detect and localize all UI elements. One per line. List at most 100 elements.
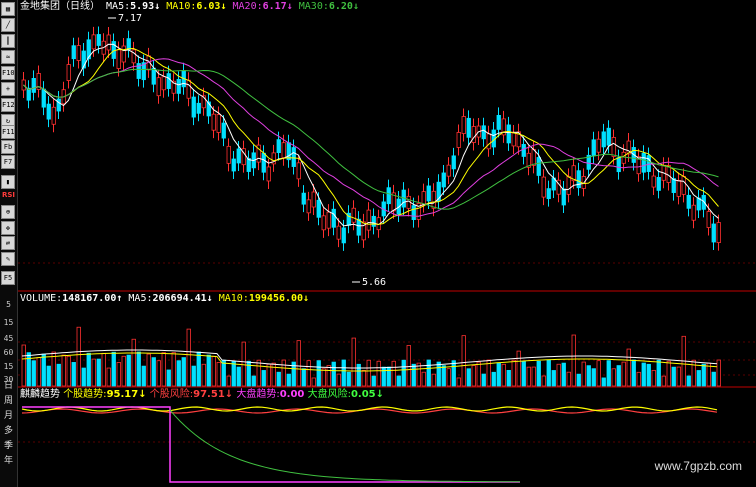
candle-body <box>51 106 56 125</box>
candle-body <box>176 78 181 94</box>
candle-body <box>331 208 336 228</box>
candle-body <box>71 45 76 60</box>
volume-bar <box>446 368 451 387</box>
ma5-line <box>23 43 719 227</box>
volume-bar <box>161 352 166 387</box>
candle-body <box>311 191 316 208</box>
volume-bar <box>156 360 161 387</box>
volume-bar <box>636 371 641 387</box>
volume-bar <box>46 365 51 387</box>
volume-bar <box>106 367 111 387</box>
volume-bar <box>511 359 516 387</box>
candle-body <box>221 122 226 139</box>
candle-body <box>616 157 621 173</box>
volume-bar <box>676 366 681 387</box>
volume-bar <box>206 354 211 387</box>
volume-bar <box>591 368 596 387</box>
volume-bar <box>196 351 201 387</box>
volume-bar <box>521 360 526 387</box>
high-price-label: 7.17 <box>118 13 142 24</box>
volume-bar <box>376 360 381 387</box>
candle-body <box>46 103 51 120</box>
volume-bar <box>336 373 341 387</box>
volume-bar <box>631 359 636 387</box>
candle-body <box>321 215 326 231</box>
candle-body <box>521 144 526 157</box>
candle-body <box>606 127 611 146</box>
volume-bar <box>101 352 106 387</box>
volume-bar <box>361 370 366 387</box>
candle-body <box>656 176 661 191</box>
volume-bar <box>371 375 376 387</box>
volume-bar <box>151 357 156 387</box>
watermark: www.7gpzb.com <box>654 459 742 473</box>
volume-bar <box>516 350 521 387</box>
volume-bar <box>296 340 301 387</box>
volume-bar <box>381 366 386 387</box>
candle-body <box>211 113 216 131</box>
volume-bar <box>281 359 286 387</box>
volume-bar <box>561 362 566 387</box>
volume-bar <box>221 359 226 387</box>
candle-body <box>451 155 456 170</box>
volume-bar <box>616 365 621 387</box>
volume-bar <box>431 373 436 387</box>
volume-bar <box>176 360 181 387</box>
volume-bar <box>476 361 481 387</box>
volume-bar <box>426 359 431 387</box>
candle-body <box>316 199 321 218</box>
volume-bar <box>241 341 246 387</box>
volume-bar <box>436 361 441 387</box>
volume-bar <box>606 360 611 387</box>
candle-body <box>246 158 251 172</box>
volume-bar <box>506 369 511 387</box>
volume-bar <box>611 368 616 387</box>
candle-body <box>681 175 686 195</box>
volume-bar <box>341 359 346 387</box>
candle-body <box>91 34 96 50</box>
volume-bar <box>146 353 151 387</box>
candle-body <box>41 88 46 108</box>
volume-bar <box>651 369 656 387</box>
candle-body <box>326 211 331 229</box>
volume-bar <box>66 355 71 387</box>
volume-bar <box>401 359 406 387</box>
volume-bar <box>231 360 236 387</box>
candle-body <box>456 132 461 148</box>
volume-bar <box>26 352 31 387</box>
candle-body <box>66 64 71 81</box>
volume-bar <box>271 362 276 387</box>
volume-bar <box>331 361 336 387</box>
candle-body <box>506 124 511 144</box>
volume-bar <box>481 373 486 387</box>
volume-bar <box>466 368 471 387</box>
candle-body <box>231 158 236 172</box>
volume-bar <box>576 373 581 387</box>
volume-bar <box>36 357 41 387</box>
volume-bar <box>556 363 561 387</box>
candle-body <box>191 96 196 118</box>
candle-body <box>716 222 721 243</box>
volume-bar <box>391 360 396 387</box>
candle-body <box>446 164 451 177</box>
volume-bar <box>386 366 391 387</box>
volume-bar <box>201 363 206 387</box>
volume-bar <box>461 335 466 387</box>
candle-body <box>431 190 436 209</box>
candle-body <box>286 142 291 161</box>
candle-body <box>261 152 266 173</box>
market-risk-line <box>169 409 520 483</box>
volume-bar <box>551 370 556 387</box>
volume-bar <box>136 351 141 387</box>
volume-bar <box>21 344 26 387</box>
candle-body <box>411 205 416 220</box>
volume-bar <box>596 360 601 387</box>
candle-body <box>351 207 356 223</box>
volume-bar <box>396 375 401 387</box>
volume-bar <box>236 366 241 387</box>
candle-body <box>591 139 596 157</box>
candle-body <box>561 188 566 206</box>
candle-body <box>281 142 286 159</box>
chart-canvas[interactable]: 7.17 5.66 <box>0 0 756 487</box>
volume-bar <box>286 373 291 387</box>
